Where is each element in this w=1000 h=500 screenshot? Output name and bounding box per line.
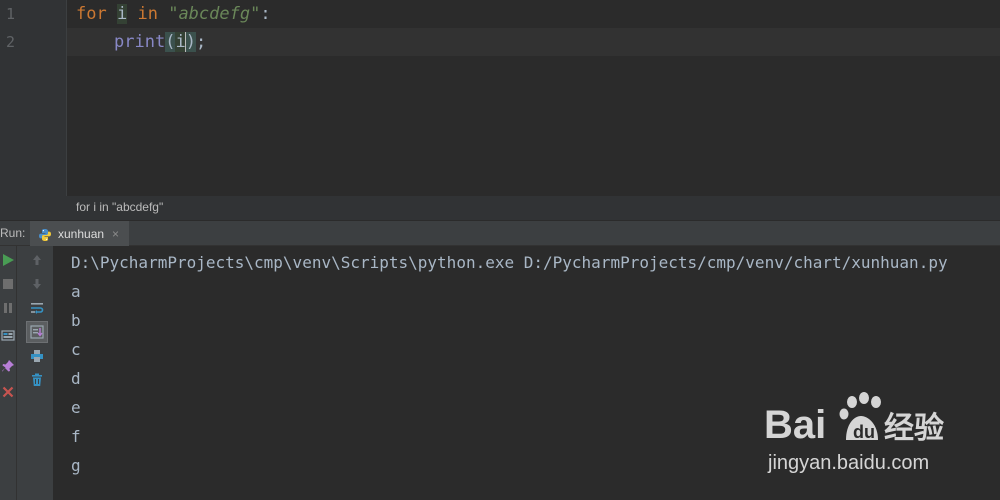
baidu-jingyan-watermark: Bai du 经验 jingyan.baidu.com [760, 390, 995, 490]
up-arrow-icon[interactable] [27, 250, 47, 270]
trash-icon[interactable] [27, 370, 47, 390]
builtin-print: print [114, 32, 166, 52]
console-output-line: f [71, 427, 81, 446]
console-command-line: D:\PycharmProjects\cmp\venv\Scripts\pyth… [71, 253, 948, 272]
down-arrow-icon[interactable] [27, 274, 47, 294]
svg-text:经验: 经验 [884, 411, 944, 446]
current-line-highlight [67, 28, 1000, 56]
close-icon[interactable] [0, 382, 18, 402]
console-output-line: b [71, 311, 81, 330]
code-line-2[interactable]: print(i); [114, 28, 206, 56]
tab-label: xunhuan [58, 226, 105, 241]
semicolon: ; [195, 32, 207, 52]
breadcrumb: for i in "abcdefg" [0, 196, 1000, 220]
run-tool-window-header: Run: xunhuan × [0, 220, 1000, 246]
pin-icon[interactable] [0, 356, 18, 376]
scroll-to-end-icon[interactable] [26, 321, 48, 343]
pause-icon[interactable] [0, 298, 18, 318]
line-number: 1 [6, 5, 16, 23]
code-line-1[interactable]: for i in "abcdefg": [76, 0, 271, 28]
layout-icon[interactable] [0, 326, 18, 346]
line-number-gutter: 1 2 [0, 0, 67, 196]
run-label: Run: [0, 226, 26, 240]
code-area[interactable]: for i in "abcdefg": print(i); [67, 0, 1000, 196]
open-paren: ( [165, 32, 176, 52]
soft-wrap-icon[interactable] [27, 298, 47, 318]
code-editor[interactable]: 1 2 for i in "abcdefg": print(i); [0, 0, 1000, 196]
keyword-for: for [76, 4, 107, 24]
console-output-line: a [71, 282, 81, 301]
run-actions-toolbar [0, 246, 17, 500]
run-tab-xunhuan[interactable]: xunhuan × [30, 221, 130, 246]
svg-text:Bai: Bai [764, 403, 826, 447]
line-number: 2 [6, 33, 16, 51]
print-icon[interactable] [27, 346, 47, 366]
console-actions-toolbar [17, 246, 54, 500]
watermark-url: jingyan.baidu.com [768, 452, 930, 474]
variable-i: i [116, 4, 128, 24]
console-output-line: c [71, 340, 81, 359]
close-paren: ) [185, 32, 196, 52]
keyword-in: in [137, 4, 158, 24]
console-output-line: e [71, 398, 81, 417]
python-icon [38, 227, 52, 241]
run-icon[interactable] [0, 250, 18, 270]
svg-text:du: du [853, 422, 875, 442]
close-icon[interactable]: × [112, 227, 119, 241]
stop-icon[interactable] [0, 274, 18, 294]
colon: : [260, 4, 271, 24]
baidu-logo-icon: Bai du 经验 [764, 392, 944, 447]
console-output-line: d [71, 369, 81, 388]
console-output-line: g [71, 456, 81, 475]
breadcrumb-item[interactable]: for i in "abcdefg" [76, 200, 163, 214]
string-literal: "abcdefg" [168, 4, 261, 24]
